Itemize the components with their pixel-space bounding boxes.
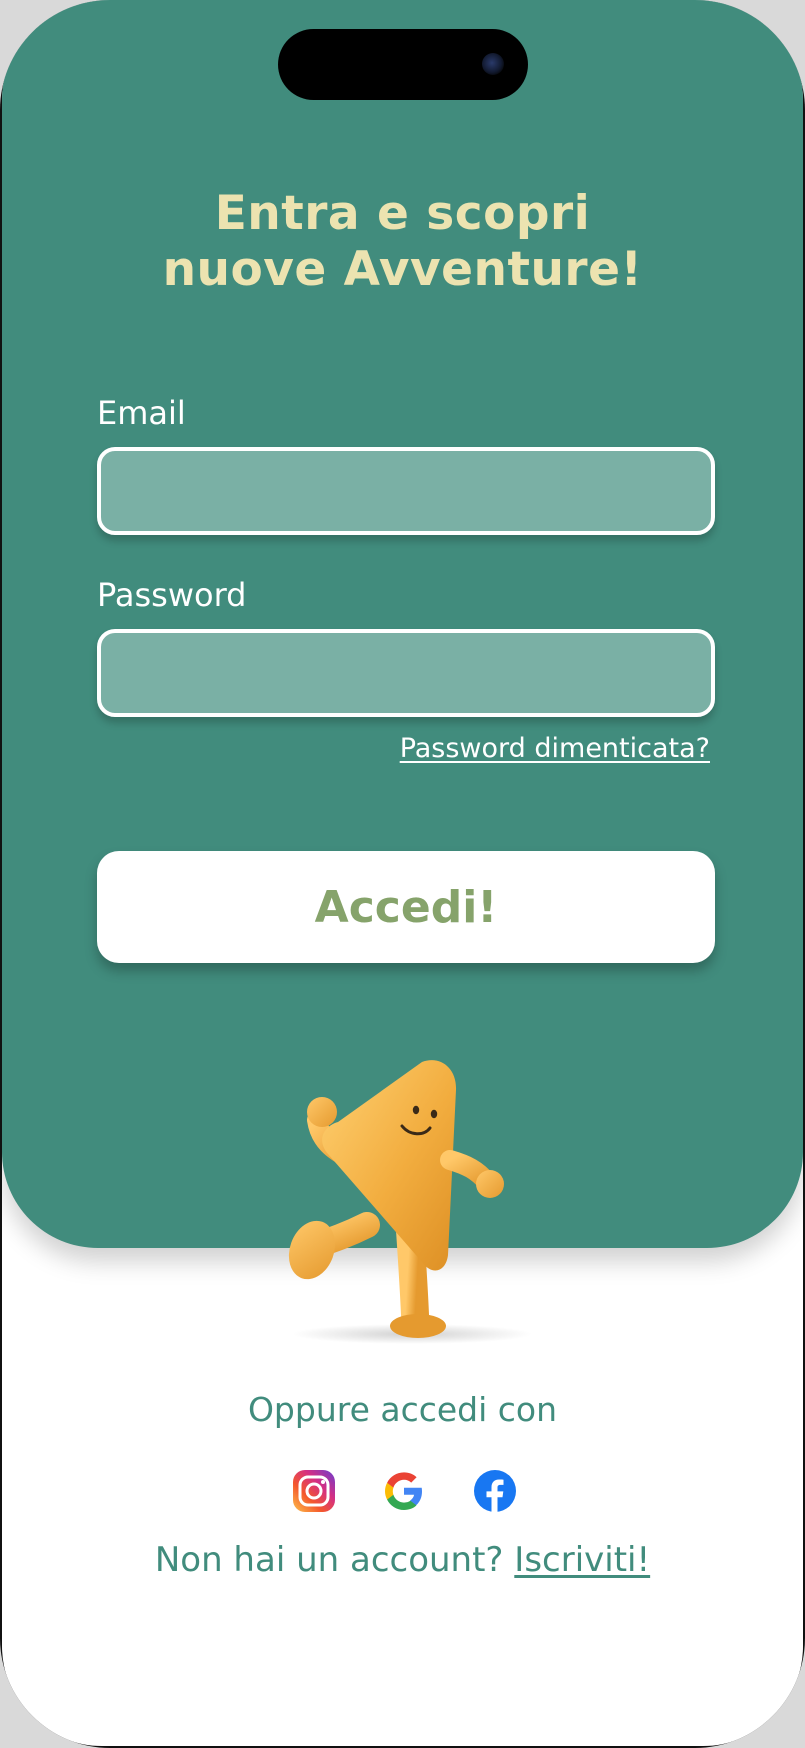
signup-prompt: Non hai un account? Iscriviti! bbox=[2, 1540, 803, 1580]
google-icon[interactable] bbox=[382, 1469, 426, 1513]
title-line-2: nuove Avventure! bbox=[162, 242, 643, 297]
signup-link[interactable]: Iscriviti! bbox=[514, 1540, 650, 1580]
screen: Entra e scopri nuove Avventure! Email Pa… bbox=[2, 0, 803, 1746]
facebook-icon[interactable] bbox=[473, 1469, 517, 1513]
camera-icon bbox=[482, 53, 504, 75]
email-field[interactable] bbox=[97, 447, 715, 535]
mascot-illustration bbox=[288, 1060, 532, 1344]
dynamic-island bbox=[278, 29, 528, 100]
password-label: Password bbox=[97, 576, 247, 614]
password-field[interactable] bbox=[97, 629, 715, 717]
page-title: Entra e scopri nuove Avventure! bbox=[2, 186, 803, 298]
alternate-login-prompt: Oppure accedi con bbox=[247, 1390, 558, 1429]
email-label: Email bbox=[97, 394, 186, 432]
title-line-1: Entra e scopri bbox=[214, 186, 591, 241]
instagram-icon[interactable] bbox=[292, 1469, 336, 1513]
phone-frame: Entra e scopri nuove Avventure! Email Pa… bbox=[0, 0, 805, 1748]
signup-question: Non hai un account? bbox=[154, 1540, 504, 1580]
forgot-password-link[interactable]: Password dimenticata? bbox=[400, 733, 710, 764]
login-button[interactable]: Accedi! bbox=[97, 851, 715, 963]
